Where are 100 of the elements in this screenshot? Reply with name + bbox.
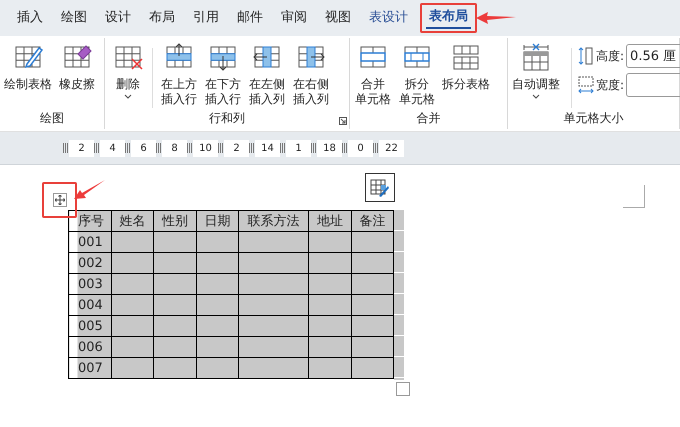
table-cell (154, 294, 196, 316)
table-pencil-icon (370, 178, 390, 198)
group-label: 绘图 (39, 110, 65, 127)
ruler-number: 8 (162, 140, 187, 156)
table-cell: 001 (68, 232, 112, 252)
column-header: 备注 (352, 210, 394, 232)
table-cell: 002 (68, 252, 112, 274)
ruler-number: 4 (100, 140, 125, 156)
ribbon-tab[interactable]: 表设计 (360, 8, 417, 28)
ribbon-button[interactable]: 拆分 单元格 (397, 42, 437, 107)
table-cell (112, 232, 154, 252)
table-cell (352, 232, 394, 252)
column-header: 联系方法 (238, 210, 308, 232)
table-cell (196, 358, 238, 378)
table-cell (112, 358, 154, 378)
table-cell (352, 274, 394, 294)
table-cell (112, 294, 154, 316)
table-cell (308, 358, 352, 378)
table-move-handle[interactable] (53, 193, 67, 207)
table-cell (196, 274, 238, 294)
table-cell (308, 274, 352, 294)
table-cell (352, 252, 394, 274)
table-cell (196, 336, 238, 358)
size-field[interactable] (626, 73, 680, 97)
ruler-number: 22 (379, 140, 404, 156)
table-cell (154, 336, 196, 358)
ribbon-tab[interactable]: 插入 (8, 8, 52, 28)
annotation-box (42, 182, 77, 218)
column-header: 姓名 (112, 210, 154, 232)
ribbon-button[interactable]: 合并 单元格 (353, 42, 393, 107)
table-cell: 007 (68, 358, 112, 378)
ruler-number: 0 (348, 140, 373, 156)
table-cell: 003 (68, 274, 112, 294)
table-cell (238, 294, 308, 316)
table-cell (352, 358, 394, 378)
column-header: 性别 (154, 210, 196, 232)
autofit-icon (521, 42, 551, 72)
table-cell (154, 358, 196, 378)
table-cell (352, 294, 394, 316)
column-header: 日期 (196, 210, 238, 232)
ribbon-button[interactable]: 在下方 插入行 (203, 42, 243, 107)
ruler-number: 1 (286, 140, 311, 156)
layout-options-button[interactable] (365, 173, 395, 202)
table-cell (196, 294, 238, 316)
ruler-number: 14 (255, 140, 280, 156)
table-cell (238, 274, 308, 294)
ribbon-tab[interactable]: 引用 (184, 8, 228, 28)
width-icon (578, 75, 594, 95)
table-cell (308, 232, 352, 252)
table-cell (238, 316, 308, 336)
table-cell (238, 358, 308, 378)
ruler-number: 18 (317, 140, 342, 156)
table-cell (352, 336, 394, 358)
ruler-number: 2 (224, 140, 249, 156)
table-cell (352, 316, 394, 336)
size-field[interactable]: 0.56 厘 (626, 44, 680, 68)
table-cell: 005 (68, 316, 112, 336)
field-label: 高度: (596, 48, 624, 65)
table-cell (308, 294, 352, 316)
ribbon-button[interactable]: 在上方 插入行 (159, 42, 199, 107)
ribbon-button[interactable]: 橡皮擦 (57, 42, 97, 92)
ribbon-button[interactable]: 在左侧 插入列 (247, 42, 287, 107)
ribbon-button[interactable]: 删除 (108, 42, 148, 99)
table-cell (196, 316, 238, 336)
table-cell (308, 252, 352, 274)
field-label: 宽度: (596, 77, 624, 94)
group-label: 合并 (416, 110, 442, 127)
group-label: 单元格大小 (562, 110, 624, 127)
table-cell: 004 (68, 294, 112, 316)
ribbon-tab[interactable]: 视图 (316, 8, 360, 28)
annotation-arrow (74, 179, 106, 201)
table-cell (238, 252, 308, 274)
ruler-number: 6 (131, 140, 156, 156)
table-cell (154, 316, 196, 336)
table-cell (196, 232, 238, 252)
table-cell (112, 274, 154, 294)
ribbon-button[interactable]: 自动调整 (511, 42, 561, 99)
height-icon (578, 46, 594, 66)
table-cell (196, 252, 238, 274)
table-cell (238, 232, 308, 252)
table-cell (112, 252, 154, 274)
table-cell (154, 252, 196, 274)
ribbon-button[interactable]: 拆分表格 (441, 42, 491, 92)
table-resize-handle[interactable] (396, 382, 410, 396)
ribbon-tab[interactable]: 布局 (140, 8, 184, 28)
table-cell (154, 274, 196, 294)
dialog-launcher-icon[interactable] (339, 117, 347, 125)
table-cell (308, 336, 352, 358)
ribbon-button[interactable]: 绘制表格 (3, 42, 53, 92)
column-header: 序号 (68, 210, 112, 232)
ribbon-tab[interactable]: 绘图 (52, 8, 96, 28)
ribbon-tab[interactable]: 设计 (96, 8, 140, 28)
ribbon-button[interactable]: 在右侧 插入列 (291, 42, 331, 107)
table-cell: 006 (68, 336, 112, 358)
table-cell (238, 336, 308, 358)
ruler-number: 2 (69, 140, 94, 156)
ribbon-tab[interactable]: 邮件 (228, 8, 272, 28)
ribbon-tab[interactable]: 审阅 (272, 8, 316, 28)
table-cell (112, 336, 154, 358)
column-header: 地址 (308, 210, 352, 232)
